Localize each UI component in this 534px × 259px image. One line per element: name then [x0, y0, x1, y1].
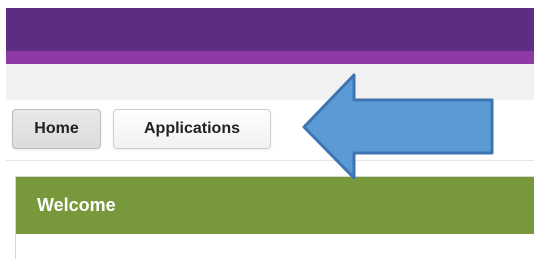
nav-divider: [6, 160, 534, 161]
top-banner: [6, 8, 534, 51]
welcome-panel: Welcome: [15, 176, 534, 259]
home-button[interactable]: Home: [12, 109, 101, 149]
applications-button[interactable]: Applications: [113, 109, 271, 149]
welcome-panel-header: Welcome: [16, 177, 534, 234]
top-banner-accent-strip: [6, 51, 534, 64]
welcome-panel-title: Welcome: [37, 195, 116, 215]
toolbar-strip: [6, 64, 534, 100]
